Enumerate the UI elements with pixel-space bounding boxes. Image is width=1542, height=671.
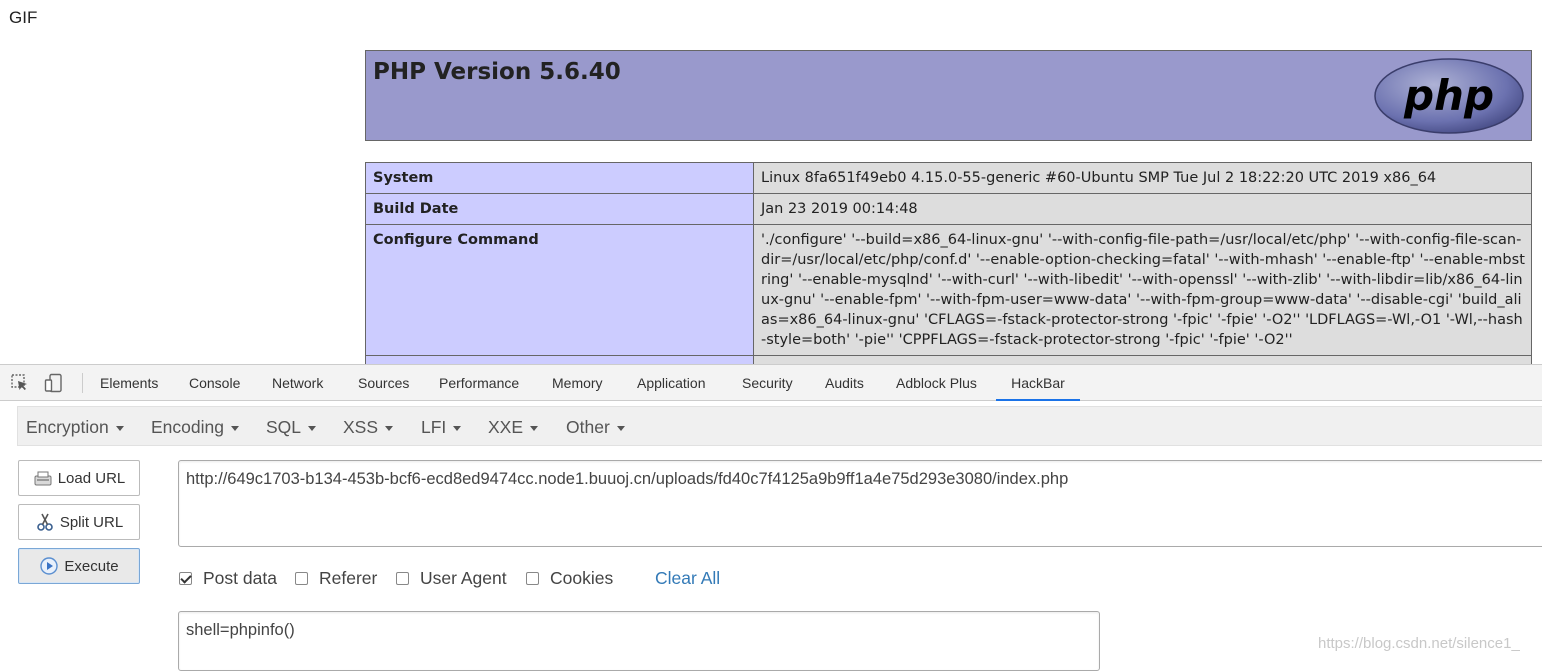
post-data-input[interactable]: shell=phpinfo() [178, 611, 1100, 671]
play-circle-icon [40, 557, 59, 575]
load-url-label: Load URL [57, 469, 126, 487]
tab-elements[interactable]: Elements [86, 365, 172, 401]
row-value-build-date: Jan 23 2019 00:14:48 [753, 193, 1532, 225]
php-version-header: PHP Version 5.6.40 php [365, 50, 1532, 141]
caret-down-icon [230, 425, 239, 431]
page-title: PHP Version 5.6.40 [373, 59, 621, 85]
table-row: Build Date Jan 23 2019 00:14:48 [365, 193, 1532, 225]
tab-adblock-plus[interactable]: Adblock Plus [882, 365, 991, 401]
referer-checkbox[interactable]: Referer [295, 566, 377, 590]
device-toggle-icon[interactable] [44, 373, 64, 393]
menu-label: Other [566, 417, 610, 437]
tab-hackbar[interactable]: HackBar [996, 365, 1080, 401]
row-value-system: Linux 8fa651f49eb0 4.15.0-55-generic #60… [753, 162, 1532, 194]
checkbox-label: User Agent [420, 567, 507, 588]
menu-sql[interactable]: SQL [266, 407, 317, 447]
tab-audits[interactable]: Audits [811, 365, 878, 401]
scissors-icon [37, 513, 53, 531]
row-label-configure-command: Configure Command [365, 224, 754, 356]
execute-label: Execute [64, 557, 119, 575]
url-input[interactable]: http://649c1703-b134-453b-bcf6-ecd8ed947… [178, 460, 1542, 547]
tab-security[interactable]: Security [728, 365, 807, 401]
menu-encryption[interactable]: Encryption [26, 407, 124, 447]
table-row: Configure Command './configure' '--build… [365, 224, 1532, 356]
row-label-system: System [365, 162, 754, 194]
checkbox-label: Referer [319, 567, 378, 588]
tab-performance[interactable]: Performance [425, 365, 533, 401]
tab-console[interactable]: Console [175, 365, 254, 401]
menu-label: LFI [421, 417, 447, 437]
php-logo-icon: php [1374, 58, 1524, 134]
tab-network[interactable]: Network [258, 365, 337, 401]
post-data-checkbox[interactable]: Post data [179, 566, 277, 590]
table-row: System Linux 8fa651f49eb0 4.15.0-55-gene… [365, 162, 1532, 194]
load-url-button[interactable]: Load URL [18, 460, 140, 496]
caret-down-icon [308, 425, 317, 431]
checkbox-checked-icon [179, 571, 192, 585]
checkbox-unchecked-icon [396, 571, 409, 585]
inspect-element-icon[interactable] [10, 373, 30, 393]
tab-application[interactable]: Application [623, 365, 720, 401]
tab-sources[interactable]: Sources [344, 365, 423, 401]
menu-label: Encoding [151, 417, 224, 437]
gif-label: GIF [9, 8, 38, 27]
caret-down-icon [115, 425, 124, 431]
devtools-panel: Elements Console Network Sources Perform… [0, 364, 1542, 671]
menu-label: SQL [266, 417, 302, 437]
menu-label: Encryption [26, 417, 109, 437]
menu-lfi[interactable]: LFI [421, 407, 462, 447]
tab-memory[interactable]: Memory [538, 365, 617, 401]
checkbox-label: Post data [203, 567, 277, 588]
checkbox-unchecked-icon [295, 571, 308, 585]
caret-down-icon [616, 425, 625, 431]
user-agent-checkbox[interactable]: User Agent [396, 566, 507, 590]
hackbar-menubar: Encryption Encoding SQL XSS LFI XXE Othe… [17, 406, 1542, 446]
caret-down-icon [453, 425, 462, 431]
cookies-checkbox[interactable]: Cookies [526, 566, 613, 590]
caret-down-icon [385, 425, 394, 431]
execute-button[interactable]: Execute [18, 548, 140, 584]
checkbox-label: Cookies [550, 567, 614, 588]
menu-label: XSS [343, 417, 379, 437]
php-info-table: System Linux 8fa651f49eb0 4.15.0-55-gene… [365, 162, 1532, 386]
menu-encoding[interactable]: Encoding [151, 407, 239, 447]
menu-xxe[interactable]: XXE [488, 407, 539, 447]
menu-xss[interactable]: XSS [343, 407, 394, 447]
menu-other[interactable]: Other [566, 407, 625, 447]
toolbar-divider [82, 373, 83, 393]
load-url-icon [34, 471, 52, 486]
clear-all-link[interactable]: Clear All [655, 566, 720, 590]
split-url-label: Split URL [59, 513, 124, 531]
php-logo-text: php [1403, 71, 1494, 120]
watermark: https://blog.csdn.net/silence1_ [1318, 635, 1520, 652]
devtools-tabbar: Elements Console Network Sources Perform… [0, 365, 1542, 401]
checkbox-unchecked-icon [526, 571, 539, 585]
caret-down-icon [530, 425, 539, 431]
split-url-button[interactable]: Split URL [18, 504, 140, 540]
menu-label: XXE [488, 417, 524, 437]
row-value-configure-command: './configure' '--build=x86_64-linux-gnu'… [753, 224, 1532, 356]
row-label-build-date: Build Date [365, 193, 754, 225]
